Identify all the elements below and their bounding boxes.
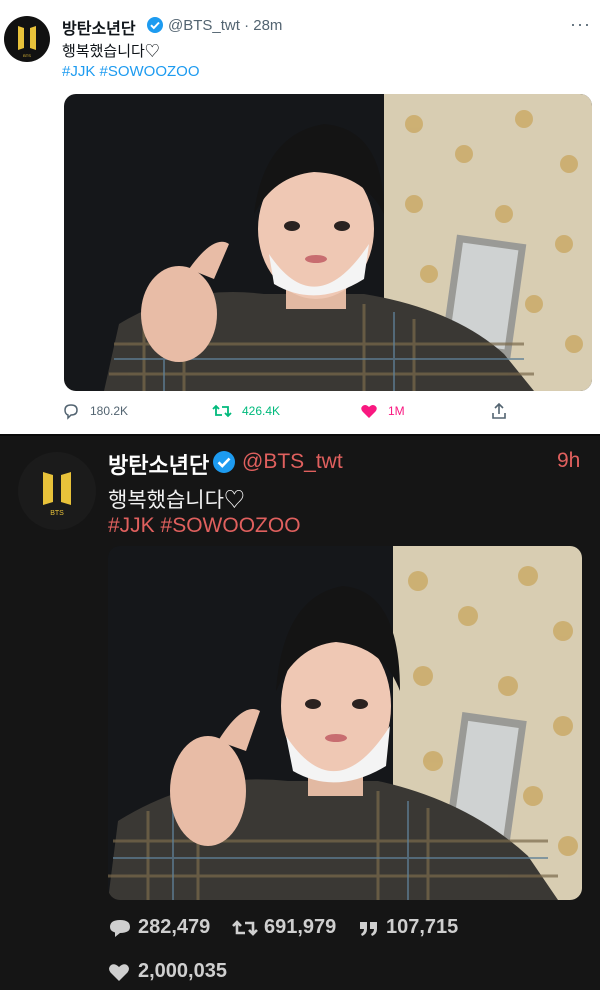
action-bar: 180.2K 426.4K 1M — [62, 402, 582, 426]
more-options-icon[interactable]: ··· — [570, 14, 591, 35]
share-icon — [492, 402, 506, 419]
like-count: 1M — [388, 404, 405, 418]
retweet-count: 426.4K — [242, 404, 281, 418]
display-name[interactable]: 방탄소년단 — [108, 448, 209, 480]
reply-count: 282,479 — [138, 916, 211, 938]
tweet-photo[interactable] — [64, 94, 592, 391]
svg-text:BTS: BTS — [50, 510, 64, 517]
stats-bar: 282,479 691,979 107,715 — [108, 916, 578, 942]
reply-count: 180.2K — [90, 404, 129, 418]
bts-logo-icon: BTS — [43, 472, 71, 517]
bts-avatar[interactable]: BTS — [4, 16, 50, 62]
like-stat[interactable]: 2,000,035 — [108, 960, 227, 983]
retweet-icon — [232, 919, 258, 936]
tweet-text: 행복했습니다♡ — [62, 43, 160, 60]
dark-tweet-card: BTS 방탄소년단 @BTS_twt 9h 행복했습니다♡ #JJK #SOWO… — [0, 436, 600, 990]
like-button[interactable]: 1M — [360, 402, 405, 420]
selfie-photo — [64, 94, 592, 391]
quote-count: 107,715 — [386, 916, 459, 938]
timestamp: 9h — [557, 449, 581, 472]
retweet-button[interactable]: 426.4K — [212, 402, 280, 420]
tweet-text: 행복했습니다♡ — [108, 489, 245, 512]
retweet-stat[interactable]: 691,979 — [232, 916, 336, 939]
tweet-hashtags[interactable]: #JJK #SOWOOZOO — [108, 514, 301, 538]
reply-icon — [64, 404, 78, 420]
reply-button[interactable]: 180.2K — [62, 402, 128, 420]
handle[interactable]: @BTS_twt — [242, 450, 343, 474]
verified-badge-icon — [147, 17, 163, 33]
share-button[interactable] — [490, 402, 508, 420]
light-tweet-card: BTS 방탄소년단 @BTS_twt · 28m ··· 행복했습니다♡ #JJ… — [0, 0, 600, 434]
like-count: 2,000,035 — [138, 960, 227, 982]
quote-icon — [360, 921, 377, 936]
handle-and-time[interactable]: @BTS_twt · 28m — [168, 17, 282, 34]
heart-icon — [361, 404, 377, 418]
bts-avatar[interactable]: BTS — [18, 452, 96, 530]
tweet-photo[interactable] — [108, 546, 582, 900]
selfie-photo — [108, 546, 582, 900]
retweet-count: 691,979 — [264, 916, 337, 938]
bts-logo-icon: BTS — [18, 26, 36, 58]
svg-text:BTS: BTS — [23, 53, 31, 58]
tweet-hashtags[interactable]: #JJK #SOWOOZOO — [62, 63, 200, 80]
display-name[interactable]: 방탄소년단 — [62, 15, 136, 39]
reply-stat[interactable]: 282,479 — [108, 916, 210, 939]
reply-icon — [110, 919, 130, 937]
quote-stat[interactable]: 107,715 — [358, 916, 458, 939]
verified-badge-icon — [213, 451, 235, 473]
retweet-icon — [212, 404, 232, 418]
heart-icon — [109, 963, 129, 981]
